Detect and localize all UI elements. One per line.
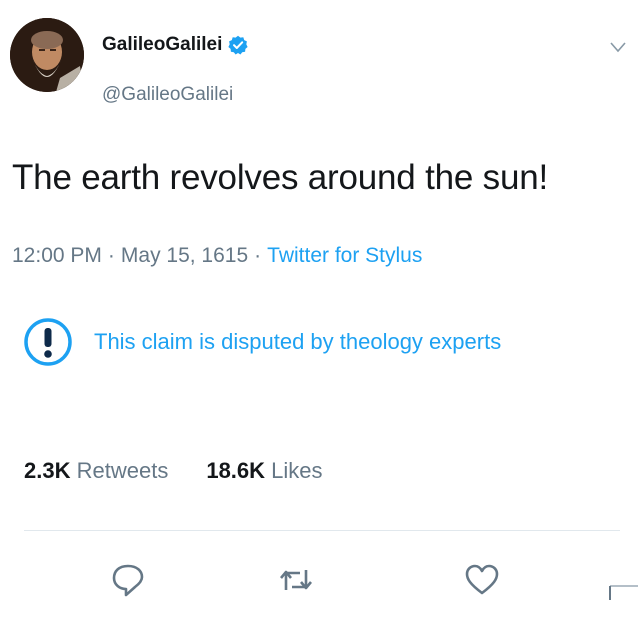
- exclamation-circle-icon: [22, 316, 74, 368]
- author-name-row: GalileoGalilei: [102, 34, 248, 56]
- like-icon[interactable]: [462, 560, 502, 600]
- meta-separator: ·: [254, 244, 262, 267]
- retweet-icon[interactable]: [276, 560, 316, 600]
- tweet-source-link[interactable]: Twitter for Stylus: [267, 244, 422, 268]
- tweet-text: The earth revolves around the sun!: [12, 158, 549, 197]
- divider: [24, 530, 620, 531]
- handle[interactable]: @GalileoGalilei: [102, 84, 233, 106]
- notice-text[interactable]: This claim is disputed by theology exper…: [94, 329, 501, 355]
- avatar[interactable]: [10, 18, 84, 92]
- disputed-claim-notice[interactable]: This claim is disputed by theology exper…: [22, 316, 501, 368]
- retweets-label: Retweets: [76, 458, 169, 483]
- likes-count: 18.6K: [206, 458, 266, 483]
- chevron-down-icon[interactable]: [610, 40, 626, 53]
- share-icon[interactable]: [604, 580, 638, 600]
- tweet-card: GalileoGalilei @GalileoGalilei The earth…: [0, 0, 640, 640]
- tweet-date[interactable]: May 15, 1615: [121, 244, 248, 268]
- display-name[interactable]: GalileoGalilei: [102, 34, 222, 56]
- meta-separator: ·: [107, 244, 115, 267]
- action-bar: [0, 560, 640, 604]
- retweets-stat[interactable]: 2.3K Retweets: [24, 458, 168, 484]
- tweet-stats: 2.3K Retweets 18.6K Likes: [24, 458, 323, 484]
- tweet-time[interactable]: 12:00 PM: [12, 244, 102, 268]
- retweets-count: 2.3K: [24, 458, 71, 483]
- likes-label: Likes: [271, 458, 323, 483]
- tweet-meta: 12:00 PM · May 15, 1615 · Twitter for St…: [12, 244, 422, 268]
- reply-icon[interactable]: [108, 560, 148, 600]
- likes-stat[interactable]: 18.6K Likes: [206, 458, 322, 484]
- verified-badge-icon: [228, 35, 248, 55]
